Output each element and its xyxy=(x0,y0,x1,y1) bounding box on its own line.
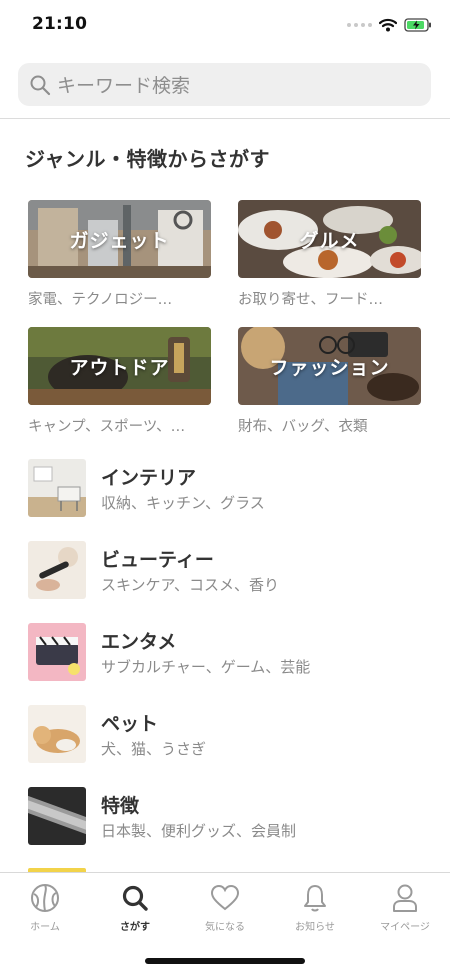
tab-label: 気になる xyxy=(205,922,245,933)
genre-image-gourmet: グルメ xyxy=(238,200,421,278)
genre-card-outdoor[interactable]: アウトドア キャンプ、スポーツ、… xyxy=(28,327,211,436)
pet-thumbnail xyxy=(28,705,86,763)
beauty-thumbnail xyxy=(28,541,86,599)
genre-sub: キャンプ、スポーツ、… xyxy=(28,419,186,435)
features-thumbnail xyxy=(28,787,86,845)
status-icons xyxy=(347,16,432,34)
tab-search[interactable]: さがす xyxy=(90,881,180,937)
tab-label: ホーム xyxy=(30,922,60,933)
heart-icon xyxy=(210,884,240,911)
tab-bar: ホーム さがす 気になる お知らせ マイページ xyxy=(0,872,450,972)
list-item-pet[interactable]: ペット 犬、猫、うさぎ xyxy=(28,705,428,763)
genre-sub: 財布、バッグ、衣類 xyxy=(238,419,368,435)
search-icon xyxy=(122,885,148,911)
genre-label: グルメ xyxy=(299,229,360,252)
wifi-icon xyxy=(379,18,397,32)
interior-thumbnail xyxy=(28,459,86,517)
tab-label: マイページ xyxy=(380,922,430,933)
genre-card-gadget[interactable]: ガジェット 家電、テクノロジー… xyxy=(28,200,211,309)
list-item-entertainment[interactable]: エンタメ サブカルチャー、ゲーム、芸能 xyxy=(28,623,428,681)
entertainment-thumbnail xyxy=(28,623,86,681)
tab-notifications[interactable]: お知らせ xyxy=(270,881,360,937)
search-placeholder: キーワード検索 xyxy=(57,75,191,97)
genre-card-gourmet[interactable]: グルメ お取り寄せ、フード… xyxy=(238,200,421,309)
row-sub: 犬、猫、うさぎ xyxy=(101,740,207,758)
row-title: インテリア xyxy=(101,467,197,489)
list-item-features[interactable]: 特徴 日本製、便利グッズ、会員制 xyxy=(28,787,428,845)
genre-sub: 家電、テクノロジー… xyxy=(28,292,173,308)
genre-sub: お取り寄せ、フード… xyxy=(238,292,383,308)
row-title: エンタメ xyxy=(101,631,177,653)
row-sub: 収納、キッチン、グラス xyxy=(101,494,265,512)
genre-label: ファッション xyxy=(269,356,390,379)
status-bar: 21:10 xyxy=(0,0,450,50)
home-globe-icon xyxy=(31,884,59,912)
header-divider xyxy=(0,118,450,119)
row-sub: 日本製、便利グッズ、会員制 xyxy=(101,822,297,840)
genre-image-outdoor: アウトドア xyxy=(28,327,211,405)
status-time: 21:10 xyxy=(32,14,88,34)
tab-mypage[interactable]: マイページ xyxy=(360,881,450,937)
row-title: 特徴 xyxy=(101,795,140,817)
row-sub: サブカルチャー、ゲーム、芸能 xyxy=(101,658,311,676)
tab-label: お知らせ xyxy=(295,922,335,933)
search-input[interactable]: キーワード検索 xyxy=(18,63,431,106)
tab-favorites[interactable]: 気になる xyxy=(180,881,270,937)
person-icon xyxy=(393,884,417,912)
search-icon xyxy=(30,75,51,95)
genre-card-fashion[interactable]: ファッション 財布、バッグ、衣類 xyxy=(238,327,421,436)
genre-label: ガジェット xyxy=(69,229,170,252)
list-item-beauty[interactable]: ビューティー スキンケア、コスメ、香り xyxy=(28,541,428,599)
tab-home[interactable]: ホーム xyxy=(0,881,90,937)
list-item-interior[interactable]: インテリア 収納、キッチン、グラス xyxy=(28,459,428,517)
home-indicator xyxy=(145,958,305,964)
row-title: ビューティー xyxy=(101,549,214,571)
battery-charging-icon xyxy=(404,18,431,32)
bell-icon xyxy=(304,885,326,912)
genre-label: アウトドア xyxy=(69,356,170,379)
signal-dots-icon xyxy=(347,23,372,27)
section-title: ジャンル・特徴からさがす xyxy=(25,147,270,171)
row-sub: スキンケア、コスメ、香り xyxy=(101,576,280,594)
genre-image-fashion: ファッション xyxy=(238,327,421,405)
tab-label: さがす xyxy=(120,922,150,933)
genre-image-gadget: ガジェット xyxy=(28,200,211,278)
row-title: ペット xyxy=(101,713,159,735)
